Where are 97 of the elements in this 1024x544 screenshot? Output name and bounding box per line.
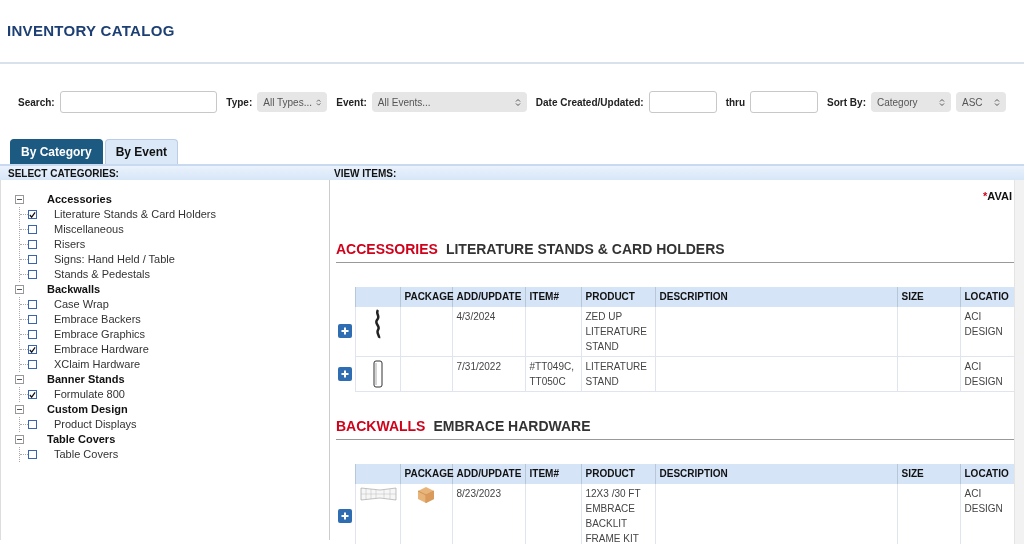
category-label: Backwalls: [47, 282, 101, 297]
table-cell: 8/23/2023: [456, 487, 501, 499]
date-field[interactable]: [648, 91, 717, 113]
dropdown[interactable]: All Events...: [371, 92, 527, 112]
checkbox[interactable]: [28, 300, 37, 309]
collapse-icon[interactable]: [15, 405, 24, 414]
category-label: Accessories: [47, 192, 112, 207]
category-item: Literature Stands & Card Holders: [54, 207, 217, 222]
table-cell: 4/3/2024: [456, 310, 496, 322]
availability-note: *AVAI: [983, 190, 1012, 202]
tab[interactable]: By Event: [104, 139, 179, 164]
expand-button[interactable]: [338, 366, 352, 381]
updown-icon: [994, 97, 1000, 107]
column-header: PRODUCT: [585, 291, 635, 302]
table-cell: 7/31/2022: [456, 360, 501, 372]
checkbox[interactable]: [28, 360, 37, 369]
collapse-icon[interactable]: [15, 375, 24, 384]
category-label: Table Covers: [47, 432, 116, 447]
plus-icon: [341, 369, 349, 378]
expand-button[interactable]: [338, 324, 352, 339]
column-header: PRODUCT: [585, 468, 635, 479]
category-label: Banner Stands: [47, 372, 125, 387]
panel-header: VIEW ITEMS:: [334, 168, 397, 179]
category-item: Embrace Hardware: [54, 342, 149, 357]
checkbox[interactable]: [28, 210, 37, 219]
box-icon: [417, 485, 435, 504]
checkbox[interactable]: [28, 255, 37, 264]
category-item: Formulate 800: [54, 387, 125, 402]
category-item: Risers: [54, 237, 86, 252]
expand-button[interactable]: [338, 508, 352, 523]
table-cell: ZED UP LITERATURE STAND: [585, 310, 647, 352]
column-header: ITEM#: [529, 468, 559, 479]
filter-label: Event:: [336, 95, 367, 110]
filter-label: Date Created/Updated:: [535, 95, 644, 110]
category-item: Case Wrap: [54, 297, 109, 312]
column-header: DESCRIPTION: [659, 291, 728, 302]
spiral-stand-thumbnail: [373, 308, 382, 339]
frame-thumbnail: [359, 485, 398, 502]
category-item: Stands & Pedestals: [54, 267, 150, 282]
updown-icon: [316, 97, 322, 107]
updown-icon: [514, 97, 521, 107]
filter-label: Sort By:: [827, 95, 866, 110]
tab[interactable]: By Category: [10, 139, 103, 164]
category-item: Embrace Graphics: [54, 327, 146, 342]
column-header: SIZE: [901, 468, 924, 479]
column-header: LOCATIO: [964, 468, 1009, 479]
column-header: LOCATIO: [964, 291, 1009, 302]
table-cell: ACI DESIGN: [964, 310, 1003, 337]
column-header: DESCRIPTION: [659, 468, 728, 479]
updown-icon: [939, 97, 945, 107]
section-heading: ACCESSORIES LITERATURE STANDS & CARD HOLDERS: [336, 240, 725, 257]
checkbox[interactable]: [28, 240, 37, 249]
category-item: Miscellaneous: [54, 222, 124, 237]
category-item: Signs: Hand Held / Table: [54, 252, 175, 267]
column-header: PACKAGE: [404, 291, 454, 302]
category-item: Table Covers: [54, 447, 119, 462]
collapse-icon[interactable]: [15, 435, 24, 444]
table-cell: ACI DESIGN: [964, 360, 1003, 387]
filter-label: Type:: [226, 95, 253, 110]
date-field[interactable]: [750, 91, 819, 113]
dropdown[interactable]: ASC: [956, 92, 1006, 112]
collapse-icon[interactable]: [15, 195, 24, 204]
checkbox[interactable]: [28, 420, 37, 429]
plus-icon: [341, 511, 349, 520]
category-item: XClaim Hardware: [54, 357, 141, 372]
checkbox[interactable]: [28, 390, 37, 399]
column-header: SIZE: [901, 291, 924, 302]
dropdown[interactable]: All Types...: [257, 92, 328, 112]
checkbox[interactable]: [28, 330, 37, 339]
table-cell: 12X3 /30 FT EMBRACE BACKLIT FRAME KIT: [585, 487, 641, 544]
column-header: ADD/UPDATE: [456, 291, 522, 302]
checkbox[interactable]: [28, 315, 37, 324]
panel-header: SELECT CATEGORIES:: [8, 168, 119, 179]
table-cell: ACI DESIGN: [964, 487, 1003, 514]
checkbox[interactable]: [28, 225, 37, 234]
checkbox[interactable]: [28, 450, 37, 459]
dropdown[interactable]: Category: [871, 92, 951, 112]
filter-label: thru: [725, 95, 746, 110]
table-cell: #TT049C, TT050C: [529, 360, 574, 387]
column-header: PACKAGE: [404, 468, 454, 479]
table-cell: LITERATURE STAND: [585, 360, 647, 387]
category-item: Product Displays: [54, 417, 137, 432]
page-title: INVENTORY CATALOG: [0, 0, 1024, 64]
category-label: Custom Design: [47, 402, 128, 417]
column-header: ITEM#: [529, 291, 559, 302]
category-item: Embrace Backers: [54, 312, 141, 327]
checkmark-icon: [29, 390, 36, 399]
filter-label: Search:: [18, 95, 55, 110]
collapse-icon[interactable]: [15, 285, 24, 294]
checkbox[interactable]: [28, 270, 37, 279]
checkmark-icon: [29, 210, 36, 219]
section-heading: BACKWALLS EMBRACE HARDWARE: [336, 417, 591, 434]
column-header: ADD/UPDATE: [456, 468, 522, 479]
plus-icon: [341, 327, 349, 336]
search-field[interactable]: [59, 91, 218, 113]
checkmark-icon: [29, 345, 36, 354]
checkbox[interactable]: [28, 345, 37, 354]
